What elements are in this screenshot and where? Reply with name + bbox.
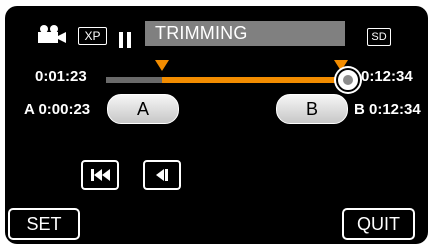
trim-range bbox=[161, 77, 346, 83]
trim-timeline[interactable] bbox=[106, 77, 346, 83]
set-button[interactable]: SET bbox=[8, 208, 80, 240]
video-camera-icon bbox=[38, 25, 66, 43]
trim-start-marker[interactable] bbox=[154, 60, 169, 71]
skip-to-start-icon bbox=[91, 169, 110, 181]
trimming-screen: XP TRIMMING SD 0:01:23 0:12:34 A 0:00:23… bbox=[5, 6, 428, 244]
sd-card-badge: SD bbox=[367, 28, 391, 46]
skip-to-start-button[interactable] bbox=[81, 160, 119, 190]
total-time: 0:12:34 bbox=[361, 68, 413, 85]
frame-step-back-icon bbox=[156, 169, 168, 181]
quality-mode-badge: XP bbox=[78, 27, 107, 45]
page-title: TRIMMING bbox=[145, 21, 345, 46]
set-point-a-button[interactable]: A bbox=[107, 94, 179, 124]
frame-step-back-button[interactable] bbox=[143, 160, 181, 190]
pause-icon bbox=[119, 32, 133, 48]
point-a-time: A 0:00:23 bbox=[24, 101, 91, 118]
point-b-time: B 0:12:34 bbox=[354, 101, 421, 118]
set-point-b-button[interactable]: B bbox=[276, 94, 348, 124]
current-time: 0:01:23 bbox=[35, 68, 87, 85]
playhead-knob[interactable] bbox=[338, 70, 358, 90]
quit-button[interactable]: QUIT bbox=[342, 208, 415, 240]
